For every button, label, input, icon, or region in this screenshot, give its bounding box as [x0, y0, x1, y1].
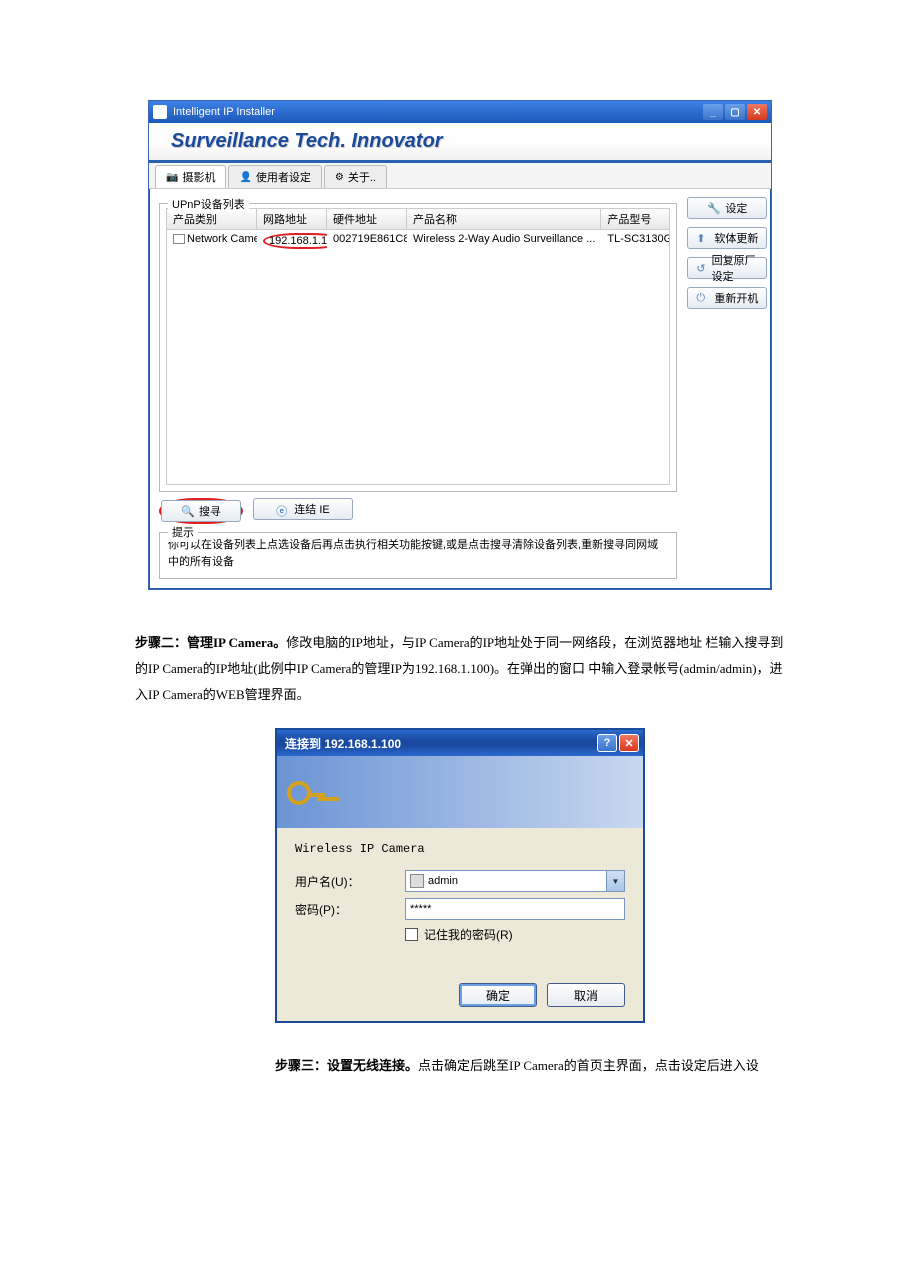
- brand-text: Surveillance Tech. Innovator: [171, 130, 443, 153]
- device-icon: [173, 234, 185, 244]
- search-button[interactable]: 🔍 搜寻: [161, 500, 241, 522]
- camera-icon: 📷: [166, 172, 178, 183]
- dialog-title: 连接到 192.168.1.100: [285, 735, 595, 752]
- cell-mac: 002719E861C8: [327, 232, 407, 250]
- ok-button[interactable]: 确定: [459, 983, 537, 1007]
- step3-rest: 点击确定后跳至IP Camera的首页主界面，点击设定后进入设: [418, 1058, 759, 1073]
- ie-icon: ⓔ: [276, 503, 288, 515]
- remember-row: 记住我的密码(R): [405, 926, 625, 943]
- factory-reset-button[interactable]: ↺ 回复原厂设定: [687, 257, 767, 279]
- password-row: 密码(P)： *****: [295, 898, 625, 920]
- username-label: 用户名(U)：: [295, 873, 405, 890]
- titlebar: Intelligent IP Installer _ ▢ ✕: [149, 101, 771, 123]
- help-button[interactable]: ?: [597, 734, 617, 752]
- settings-button[interactable]: 🔧 设定: [687, 197, 767, 219]
- password-field[interactable]: *****: [405, 898, 625, 920]
- person-icon: [410, 874, 424, 888]
- button-label: 重新开机: [714, 290, 758, 306]
- username-field[interactable]: admin ▼: [405, 870, 625, 892]
- dialog-titlebar: 连接到 192.168.1.100 ? ✕: [277, 730, 643, 756]
- dialog-banner: [277, 756, 643, 828]
- cancel-button[interactable]: 取消: [547, 983, 625, 1007]
- cell-type: Network Camera: [187, 233, 257, 245]
- cell-ip: 192.168.1.100: [269, 235, 327, 247]
- tab-about[interactable]: ⚙ 关于..: [324, 165, 387, 188]
- chevron-down-icon[interactable]: ▼: [606, 871, 624, 891]
- col-mac[interactable]: 硬件地址: [327, 209, 407, 229]
- dialog-body: Wireless IP Camera 用户名(U)： admin ▼ 密码(P)…: [277, 828, 643, 953]
- col-product-name[interactable]: 产品名称: [407, 209, 601, 229]
- hint-box: 提示 你可以在设备列表上点选设备后再点击执行相关功能按键,或是点击搜寻清除设备列…: [159, 532, 677, 579]
- firmware-update-button[interactable]: ⬆ 软体更新: [687, 227, 767, 249]
- step2-paragraph: 步骤二：管理IP Camera。修改电脑的IP地址，与IP Camera的IP地…: [135, 630, 785, 708]
- dialog-footer: 确定 取消: [277, 953, 643, 1021]
- wrench-icon: 🔧: [707, 202, 719, 214]
- table-row[interactable]: Network Camera 192.168.1.100 002719E861C…: [166, 230, 670, 252]
- remember-checkbox[interactable]: [405, 928, 418, 941]
- app-icon: [153, 105, 167, 119]
- cell-name: Wireless 2-Way Audio Surveillance ...: [407, 232, 601, 250]
- hint-text: 你可以在设备列表上点选设备后再点击执行相关功能按键,或是点击搜寻清除设备列表,重…: [168, 539, 658, 568]
- password-label: 密码(P)：: [295, 901, 405, 918]
- update-icon: ⬆: [696, 232, 708, 244]
- gear-icon: ⚙: [335, 172, 344, 183]
- step3-bold: 步骤三：设置无线连接。: [275, 1058, 418, 1073]
- power-icon: ⏻: [696, 292, 708, 304]
- link-ie-button[interactable]: ⓔ 连结 IE: [253, 498, 353, 520]
- right-column: 🔧 设定 ⬆ 软体更新 ↺ 回复原厂设定 ⏻ 重新开机: [687, 197, 767, 579]
- group-label: UPnP设备列表: [168, 196, 249, 212]
- maximize-button[interactable]: ▢: [725, 104, 745, 120]
- table-empty-area: [166, 252, 670, 485]
- auth-realm-text: Wireless IP Camera: [295, 842, 625, 856]
- left-column: UPnP设备列表 产品类别 网路地址 硬件地址 产品名称 产品型号 Networ…: [159, 197, 677, 579]
- username-row: 用户名(U)： admin ▼: [295, 870, 625, 892]
- button-label: 回复原厂设定: [712, 252, 759, 284]
- password-value: *****: [410, 903, 431, 915]
- dialog-close-button[interactable]: ✕: [619, 734, 639, 752]
- step3-paragraph: 步骤三：设置无线连接。点击确定后跳至IP Camera的首页主界面，点击设定后进…: [275, 1053, 785, 1079]
- window-title: Intelligent IP Installer: [173, 106, 701, 118]
- device-list-group: UPnP设备列表 产品类别 网路地址 硬件地址 产品名称 产品型号 Networ…: [159, 203, 677, 492]
- username-value: admin: [428, 875, 458, 887]
- auth-dialog: 连接到 192.168.1.100 ? ✕ Wireless IP Camera…: [275, 728, 645, 1023]
- app-body: UPnP设备列表 产品类别 网路地址 硬件地址 产品名称 产品型号 Networ…: [149, 189, 771, 589]
- close-button[interactable]: ✕: [747, 104, 767, 120]
- search-highlight-oval: 🔍 搜寻: [159, 498, 243, 524]
- tab-camera[interactable]: 📷 摄影机: [155, 165, 226, 188]
- tab-label: 关于..: [348, 169, 376, 185]
- reboot-button[interactable]: ⏻ 重新开机: [687, 287, 767, 309]
- step2-bold: 步骤二：管理IP Camera。: [135, 635, 286, 650]
- col-ip[interactable]: 网路地址: [257, 209, 327, 229]
- tab-label: 使用者设定: [256, 169, 311, 185]
- minimize-button[interactable]: _: [703, 104, 723, 120]
- bottom-toolbar: 🔍 搜寻 ⓔ 连结 IE: [159, 498, 677, 524]
- brand-strip: Surveillance Tech. Innovator: [149, 123, 771, 163]
- button-label: 设定: [725, 200, 747, 216]
- tab-user-settings[interactable]: 👤 使用者设定: [228, 165, 321, 188]
- tabstrip: 📷 摄影机 👤 使用者设定 ⚙ 关于..: [149, 163, 771, 189]
- factory-icon: ↺: [696, 262, 705, 274]
- tab-label: 摄影机: [182, 169, 215, 185]
- col-model[interactable]: 产品型号: [601, 209, 669, 229]
- installer-window: Intelligent IP Installer _ ▢ ✕ Surveilla…: [148, 100, 772, 590]
- hint-label: 提示: [168, 525, 198, 542]
- button-label: 连结 IE: [294, 501, 329, 517]
- key-icon: [287, 775, 321, 809]
- user-icon: 👤: [239, 172, 251, 183]
- ip-highlight-oval: 192.168.1.100: [263, 233, 327, 249]
- cell-model: TL-SC3130G: [601, 232, 669, 250]
- remember-label: 记住我的密码(R): [424, 926, 513, 943]
- search-icon: 🔍: [181, 505, 193, 517]
- button-label: 软体更新: [714, 230, 758, 246]
- col-product-type[interactable]: 产品类别: [167, 209, 257, 229]
- button-label: 搜寻: [199, 503, 221, 519]
